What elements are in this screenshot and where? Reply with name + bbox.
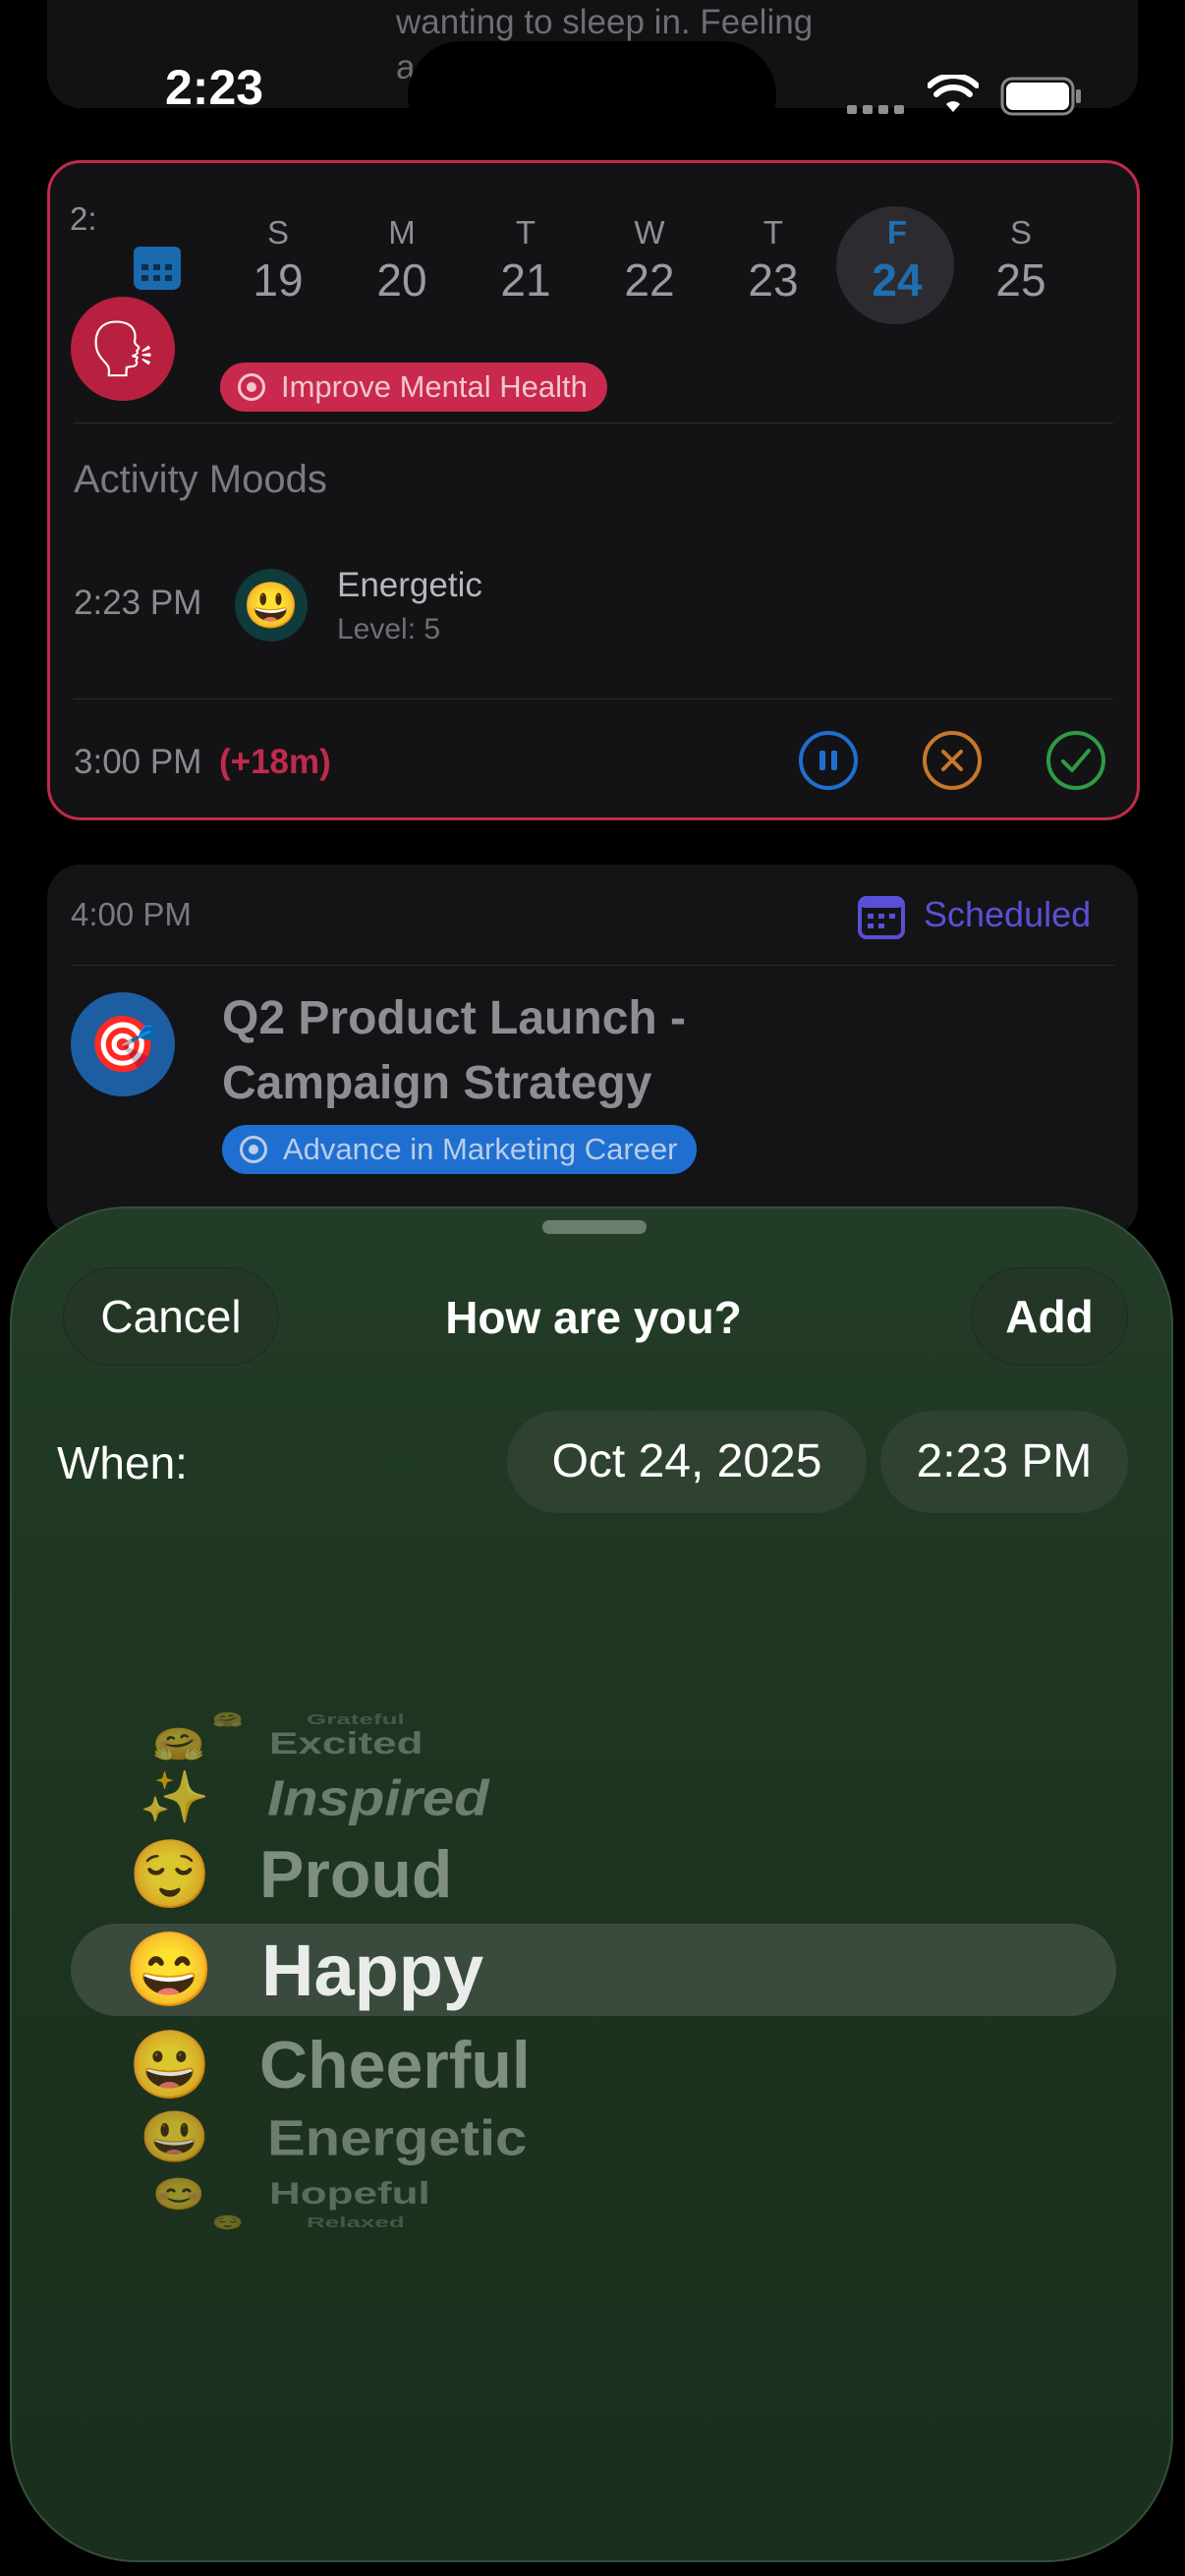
day-monday[interactable]: M 20 xyxy=(358,214,446,307)
status-time: 2:23 xyxy=(165,60,264,115)
mood-option[interactable]: 🤗 Excited xyxy=(12,1726,1171,1762)
mood-label: Happy xyxy=(261,1929,484,2011)
mood-emoji: ✨ xyxy=(139,1768,211,1826)
card-time-fragment: 2: xyxy=(70,200,97,237)
goal-pill-marketing[interactable]: Advance in Marketing Career xyxy=(222,1125,698,1174)
mood-option[interactable]: 🤗 Grateful xyxy=(12,1710,1171,1727)
close-icon xyxy=(941,750,963,771)
day-tuesday[interactable]: T 21 xyxy=(481,214,570,307)
overtime-badge: (+18m) xyxy=(219,743,331,781)
mood-label: Relaxed xyxy=(307,2213,405,2230)
sheet-grabber[interactable] xyxy=(542,1220,647,1234)
end-time: 3:00 PM xyxy=(74,743,202,781)
add-mood-sheet: Cancel How are you? Add When: Oct 24, 20… xyxy=(10,1206,1173,2562)
goal-pill-mental-health[interactable]: Improve Mental Health xyxy=(220,363,607,412)
scheduled-status: Scheduled xyxy=(924,894,1092,934)
mood-emoji: 🤗 xyxy=(151,1726,206,1762)
mood-option-selected[interactable]: 😄 Happy xyxy=(12,1924,1171,2016)
mood-label: Proud xyxy=(259,1837,453,1912)
mood-emoji: 😄 xyxy=(124,1928,215,2010)
target-icon xyxy=(240,1136,267,1163)
add-button[interactable]: Add xyxy=(971,1267,1128,1366)
mood-option[interactable]: 😌 Proud xyxy=(12,1837,1171,1912)
mood-emoji: 😌 xyxy=(128,1837,212,1912)
mood-label: Inspired xyxy=(267,1769,489,1826)
mood-label: Grateful xyxy=(307,1710,405,1727)
battery-icon xyxy=(1000,77,1083,121)
day-wednesday[interactable]: W 22 xyxy=(605,214,694,307)
moods-heading: Activity Moods xyxy=(74,458,327,501)
mood-option[interactable]: 😀 Cheerful xyxy=(12,2028,1171,2102)
goal-label: Advance in Marketing Career xyxy=(283,1132,678,1166)
target-icon xyxy=(238,373,265,401)
mood-label: Excited xyxy=(269,1726,423,1762)
mood-label: Energetic xyxy=(267,2109,528,2166)
mood-emoji: 😀 xyxy=(128,2028,212,2102)
checkmark-icon xyxy=(1061,749,1091,772)
mood-name: Energetic xyxy=(337,566,482,604)
mood-option[interactable]: 😌 Relaxed xyxy=(12,2213,1171,2230)
date-picker-button[interactable]: Oct 24, 2025 xyxy=(507,1411,867,1513)
day-friday[interactable]: F 24 xyxy=(853,214,941,307)
mood-label: Cheerful xyxy=(259,2028,531,2102)
day-thursday[interactable]: T 23 xyxy=(729,214,818,307)
mood-emoji: 😌 xyxy=(211,2213,245,2230)
time-picker-button[interactable]: 2:23 PM xyxy=(880,1411,1128,1513)
mood-label: Hopeful xyxy=(269,2176,430,2212)
wifi-icon xyxy=(927,73,980,119)
activity-title: Q2 Product Launch - Campaign Strategy xyxy=(222,992,687,1109)
mood-time: 2:23 PM xyxy=(74,584,202,622)
day-sunday[interactable]: S 19 xyxy=(234,214,322,307)
mood-option[interactable]: 😊 Hopeful xyxy=(12,2176,1171,2212)
mood-emoji: 😊 xyxy=(151,2176,206,2212)
mood-level: Level: 5 xyxy=(337,613,441,645)
target-dart-icon: 🎯 xyxy=(71,992,175,1096)
mood-option[interactable]: ✨ Inspired xyxy=(12,1768,1171,1826)
mood-emoji: 😃 xyxy=(139,2108,211,2166)
cellular-icon xyxy=(847,102,906,114)
goal-label: Improve Mental Health xyxy=(281,369,588,404)
when-label: When: xyxy=(57,1437,188,1488)
calendar-icon[interactable] xyxy=(128,239,187,298)
complete-button[interactable] xyxy=(1046,731,1105,790)
cancel-activity-button[interactable] xyxy=(923,731,982,790)
speaking-head-icon: 🗣 xyxy=(71,297,175,401)
scheduled-activity-card[interactable]: 4:00 PM Scheduled 🎯 Q2 Product Launch - … xyxy=(47,865,1138,1238)
mood-emoji: 😃 xyxy=(235,569,308,642)
dynamic-island xyxy=(408,41,776,149)
scheduled-calendar-icon xyxy=(857,892,906,941)
mood-option[interactable]: 😃 Energetic xyxy=(12,2108,1171,2166)
pause-icon xyxy=(819,751,837,770)
scheduled-time: 4:00 PM xyxy=(71,896,192,932)
pause-button[interactable] xyxy=(799,731,858,790)
day-saturday[interactable]: S 25 xyxy=(977,214,1065,307)
